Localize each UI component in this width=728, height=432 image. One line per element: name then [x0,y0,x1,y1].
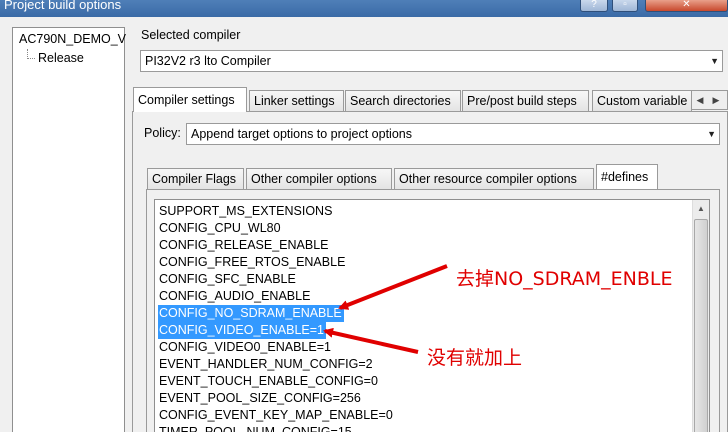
arrow-to-no-sdram [338,264,448,310]
remove-no-sdram-note: 去掉NO_SDRAM_ENBLE [456,268,673,290]
tab-defines[interactable]: #defines [596,164,658,189]
annotation-arrows [323,264,448,354]
arrow-to-video-enable [323,327,419,354]
tab-compiler-settings[interactable]: Compiler settings [133,87,247,112]
add-if-missing-note: 没有就加上 [427,347,523,369]
